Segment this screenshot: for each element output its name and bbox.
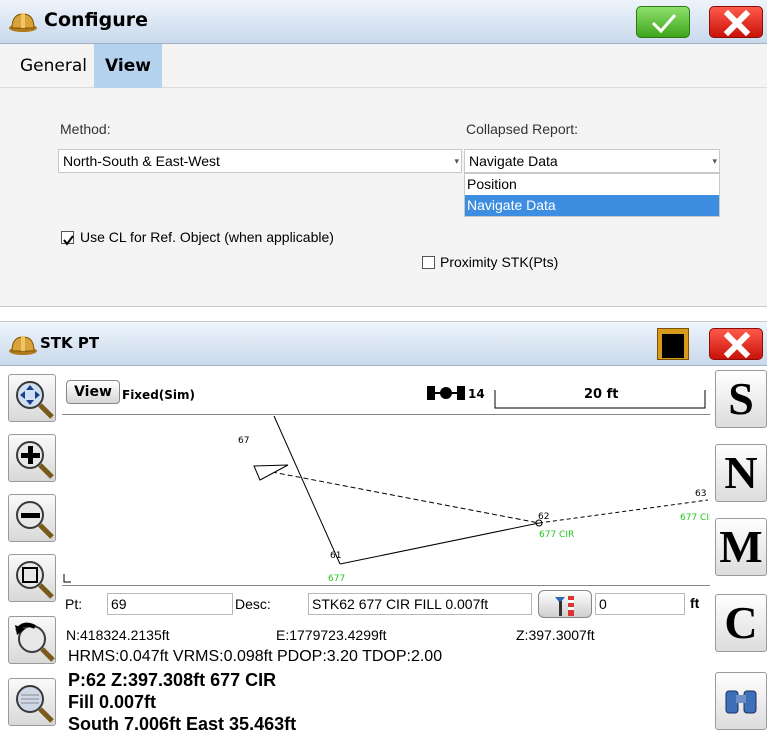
configure-tabs: General View [0, 44, 767, 88]
zoom-out-button[interactable] [8, 494, 56, 542]
pt-label: Pt: [65, 596, 83, 612]
collapsed-report-select[interactable]: Navigate Data ▾ [464, 149, 720, 173]
scale-label: 20 ft [584, 387, 619, 402]
pt-input[interactable]: 69 [107, 593, 233, 615]
checkmark-icon [63, 235, 74, 246]
point-label-67: 67 [238, 436, 249, 446]
close-icon [723, 9, 751, 37]
use-cl-label: Use CL for Ref. Object (when applicable) [80, 229, 334, 245]
map-header: View Fixed(Sim) 14 20 ft [62, 370, 710, 414]
stake-title: STK PT [40, 334, 100, 352]
next-button[interactable]: N [715, 444, 767, 502]
stake-close-button[interactable] [709, 328, 763, 360]
rod-height-button[interactable] [538, 590, 592, 618]
binoculars-button[interactable] [715, 672, 767, 730]
desc-label: Desc: [235, 596, 271, 612]
collapsed-report-value: Navigate Data [469, 153, 558, 169]
easting-readout: E:1779723.4299ft [276, 627, 387, 643]
ok-button[interactable] [636, 6, 690, 38]
method-label: Method: [60, 121, 111, 137]
configure-title-bar: Configure [0, 0, 767, 44]
checkmark-icon [651, 14, 677, 34]
battery-icon [657, 328, 689, 360]
stakeout-map[interactable]: 67 62 677 CIR 63 677 CIR 61 677 [62, 414, 710, 586]
view-button[interactable]: View [66, 380, 120, 404]
tab-general[interactable]: General [8, 44, 99, 88]
cut-fill-readout: Fill 0.007ft [68, 692, 157, 712]
zoom-extents-icon [16, 561, 54, 599]
configure-title: Configure [44, 9, 148, 31]
point-label-62: 62 [538, 512, 549, 522]
map-axis-icon [63, 574, 71, 583]
direction-readout: South 7.006ft East 35.463ft [68, 714, 297, 730]
point-desc-63: 677 CIR [680, 513, 710, 523]
zoom-in-button[interactable] [8, 434, 56, 482]
collapsed-report-label: Collapsed Report: [466, 121, 579, 137]
navigation-line [271, 471, 540, 524]
zoom-previous-icon [15, 622, 55, 662]
stake-action-buttons: S N M C [711, 366, 767, 730]
line-67-61 [273, 415, 341, 565]
zoom-layers-button[interactable] [8, 678, 56, 726]
point-desc-62: 677 CIR [539, 530, 574, 540]
dropdown-arrow-icon: ▾ [712, 156, 717, 166]
zoom-in-icon [16, 441, 54, 479]
accuracy-readout: HRMS:0.047ft VRMS:0.098ft PDOP:3.20 TDOP… [68, 648, 443, 665]
hard-hat-icon [9, 13, 37, 32]
hard-hat-icon [9, 336, 37, 355]
stake-title-bar: STK PT [0, 322, 767, 366]
zoom-previous-button[interactable] [8, 616, 56, 664]
close-icon [723, 331, 751, 359]
store-button[interactable]: S [715, 370, 767, 428]
cut-sheet-button[interactable]: C [715, 594, 767, 652]
satellite-count: 14 [468, 387, 485, 401]
tab-view[interactable]: View [94, 44, 162, 88]
method-select[interactable]: North-South & East-West ▾ [58, 149, 462, 173]
binoculars-icon [725, 690, 757, 714]
proximity-checkbox[interactable] [422, 256, 435, 269]
height-unit: ft [690, 595, 700, 611]
close-button[interactable] [709, 6, 763, 38]
target-point-readout: P:62 Z:397.308ft 677 CIR [68, 670, 277, 690]
point-label-61: 61 [330, 551, 341, 561]
zoom-out-icon [16, 501, 54, 539]
elevation-readout: Z:397.3007ft [516, 627, 595, 643]
satellite-icon [427, 386, 465, 400]
zoom-layers-icon [16, 685, 54, 723]
collapsed-report-options: Position Navigate Data [464, 173, 720, 217]
rod-height-input[interactable]: 0 [595, 593, 685, 615]
rod-icon [555, 596, 574, 616]
point-info-row: Pt: 69 Desc: STK62 677 CIR FILL 0.007ft … [62, 590, 710, 620]
method-value: North-South & East-West [63, 153, 220, 169]
dialog-divider [0, 306, 767, 322]
desc-input[interactable]: STK62 677 CIR FILL 0.007ft [308, 593, 532, 615]
pan-button[interactable] [8, 374, 56, 422]
proximity-label: Proximity STK(Pts) [440, 254, 559, 270]
point-label-63: 63 [695, 489, 706, 499]
zoom-extents-button[interactable] [8, 554, 56, 602]
point-desc-61: 677 [328, 574, 345, 584]
line-61-62 [339, 522, 540, 565]
use-cl-checkbox[interactable] [61, 231, 74, 246]
northing-readout: N:418324.2135ft [66, 627, 170, 643]
dropdown-arrow-icon: ▾ [454, 156, 459, 166]
map-tools [0, 366, 62, 730]
map-button[interactable]: M [715, 518, 767, 576]
rover-position-icon [253, 464, 289, 481]
gps-status: Fixed(Sim) [122, 388, 196, 402]
option-position[interactable]: Position [465, 174, 719, 195]
option-navigate-data[interactable]: Navigate Data [465, 195, 719, 216]
pan-magnifier-icon [16, 381, 54, 419]
